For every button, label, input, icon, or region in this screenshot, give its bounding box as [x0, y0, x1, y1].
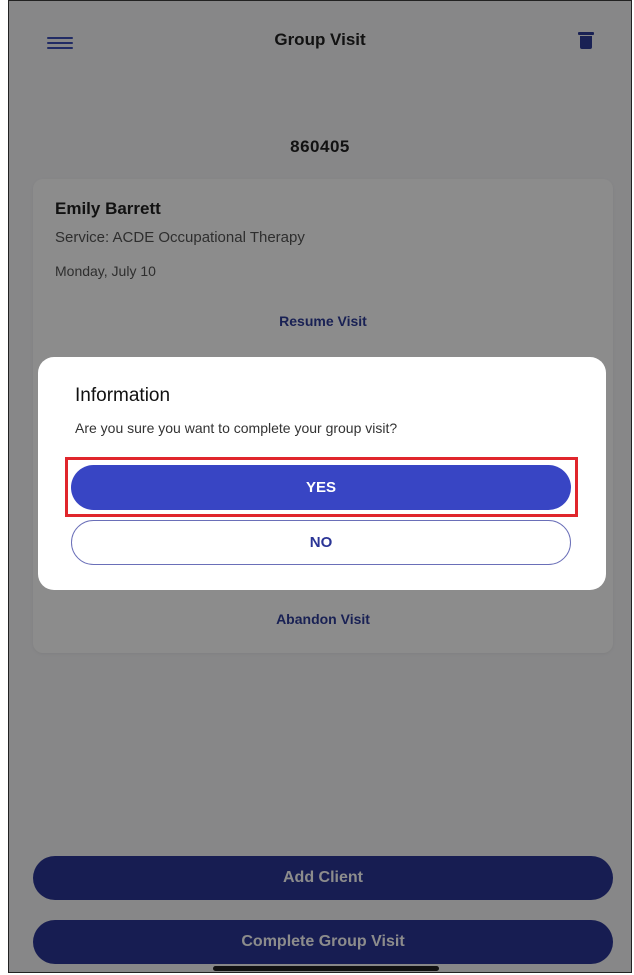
home-indicator: [213, 966, 439, 971]
app-screen: Group Visit 860405 Emily Barrett Service…: [8, 0, 632, 973]
no-button[interactable]: NO: [71, 520, 571, 565]
dialog-message: Are you sure you want to complete your g…: [75, 420, 398, 436]
dialog-title: Information: [75, 385, 171, 406]
confirmation-dialog: Information Are you sure you want to com…: [38, 357, 606, 590]
yes-button[interactable]: YES: [71, 465, 571, 510]
